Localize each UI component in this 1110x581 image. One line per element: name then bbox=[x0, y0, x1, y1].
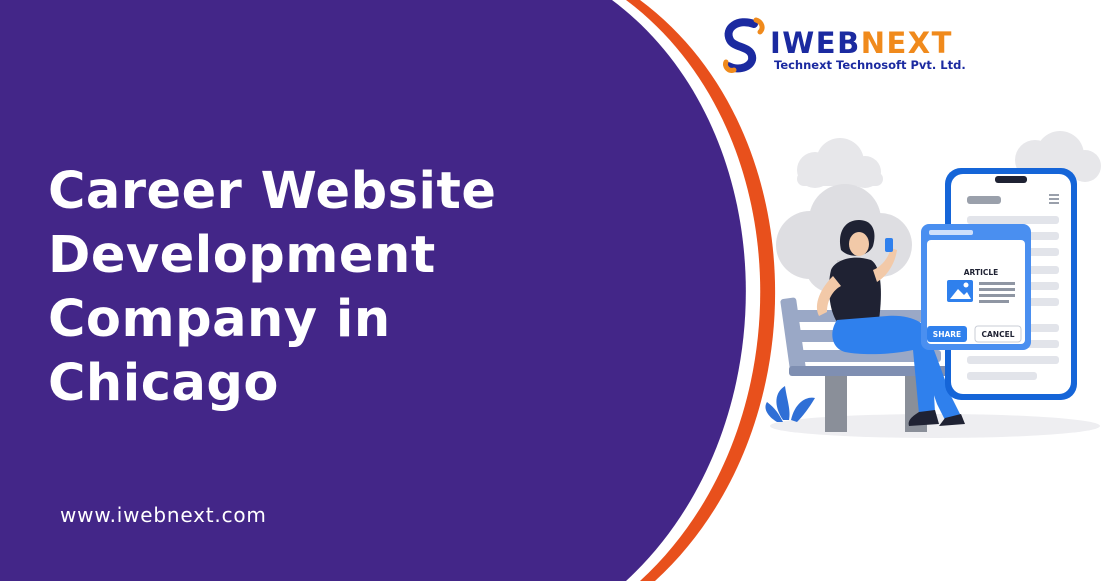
website-url: www.iwebnext.com bbox=[60, 503, 267, 527]
headline-line-3: Company in bbox=[48, 290, 391, 349]
logo-tagline: Technext Technosoft Pvt. Ltd. bbox=[774, 58, 966, 72]
share-label: SHARE bbox=[933, 330, 961, 339]
article-label: ARTICLE bbox=[964, 268, 999, 277]
headline-line-1: Career Website bbox=[48, 162, 497, 221]
article-popup-card: ARTICLE SHARE CANCEL bbox=[921, 224, 1031, 350]
headline-line-2: Development bbox=[48, 226, 436, 285]
logo-word-part2: NEXT bbox=[860, 26, 953, 60]
logo-wordmark: IWEBNEXT bbox=[770, 26, 953, 60]
logo-swirl-icon bbox=[723, 17, 765, 73]
headline-line-4: Chicago bbox=[48, 354, 279, 413]
promo-banner: Career Website Development Company in Ch… bbox=[0, 0, 1110, 581]
company-logo: IWEBNEXT Technext Technosoft Pvt. Ltd. bbox=[720, 14, 980, 76]
logo-word-part1: IWEB bbox=[770, 26, 861, 60]
woman-on-bench-with-phone-illustration: ARTICLE SHARE CANCEL bbox=[765, 131, 1101, 438]
cancel-label: CANCEL bbox=[982, 330, 1015, 339]
plant-shape bbox=[765, 386, 815, 422]
headline: Career Website Development Company in Ch… bbox=[48, 160, 668, 416]
